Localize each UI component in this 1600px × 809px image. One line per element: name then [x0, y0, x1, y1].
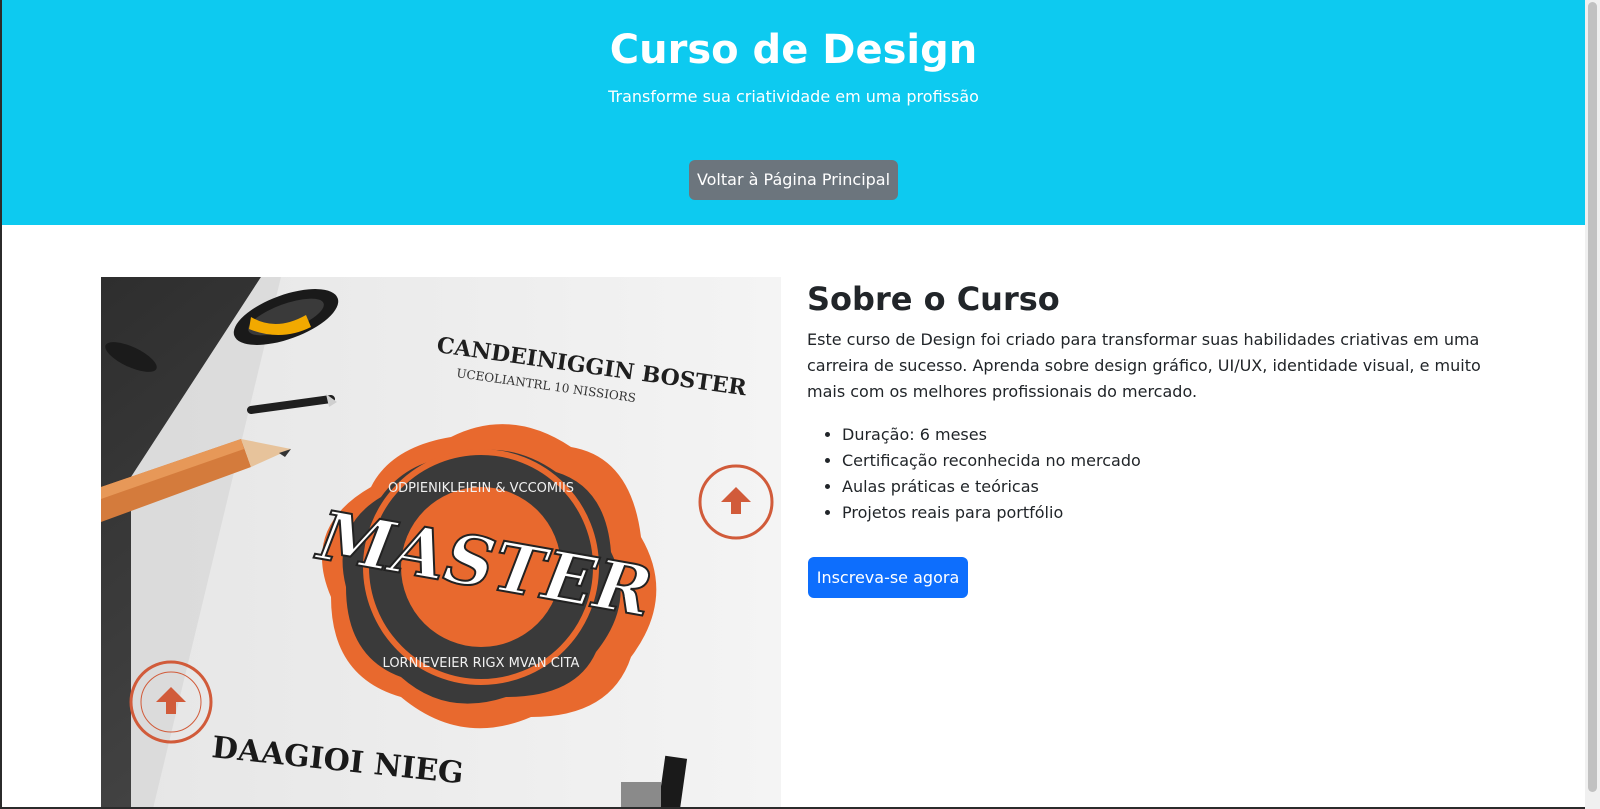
- page-title: Curso de Design: [609, 27, 978, 73]
- feature-certification: Certificação reconhecida no mercado: [842, 448, 1442, 474]
- hero-banner: Curso de Design Transforme sua criativid…: [2, 0, 1585, 225]
- feature-projects: Projetos reais para portfólio: [842, 500, 1442, 526]
- back-to-home-button[interactable]: Voltar à Página Principal: [689, 160, 898, 200]
- badge-lower-text: LORNIEVEIER RIGX MVAN CITA: [383, 656, 580, 671]
- vertical-scrollbar[interactable]: [1585, 0, 1600, 809]
- feature-classes: Aulas práticas e teóricas: [842, 474, 1442, 500]
- course-features-list: Duração: 6 meses Certificação reconhecid…: [842, 422, 1442, 526]
- about-section-title: Sobre o Curso: [807, 280, 1060, 318]
- browser-frame: Curso de Design Transforme sua criativid…: [0, 0, 1600, 809]
- course-image: CANDEINIGGIN BOSTER UCEOLIANTRL 10 NISSI…: [101, 277, 781, 807]
- badge-arc-text: ODPIENIKLEIEIN & VCCOMIIS: [388, 481, 574, 496]
- feature-duration: Duração: 6 meses: [842, 422, 1442, 448]
- page-viewport: Curso de Design Transforme sua criativid…: [2, 0, 1585, 807]
- page-subtitle: Transforme sua criatividade em uma profi…: [608, 87, 979, 106]
- enroll-now-button[interactable]: Inscreva-se agora: [808, 557, 968, 598]
- about-description: Este curso de Design foi criado para tra…: [807, 330, 1481, 401]
- scrollbar-thumb[interactable]: [1588, 2, 1597, 792]
- design-poster-illustration: CANDEINIGGIN BOSTER UCEOLIANTRL 10 NISSI…: [101, 277, 781, 807]
